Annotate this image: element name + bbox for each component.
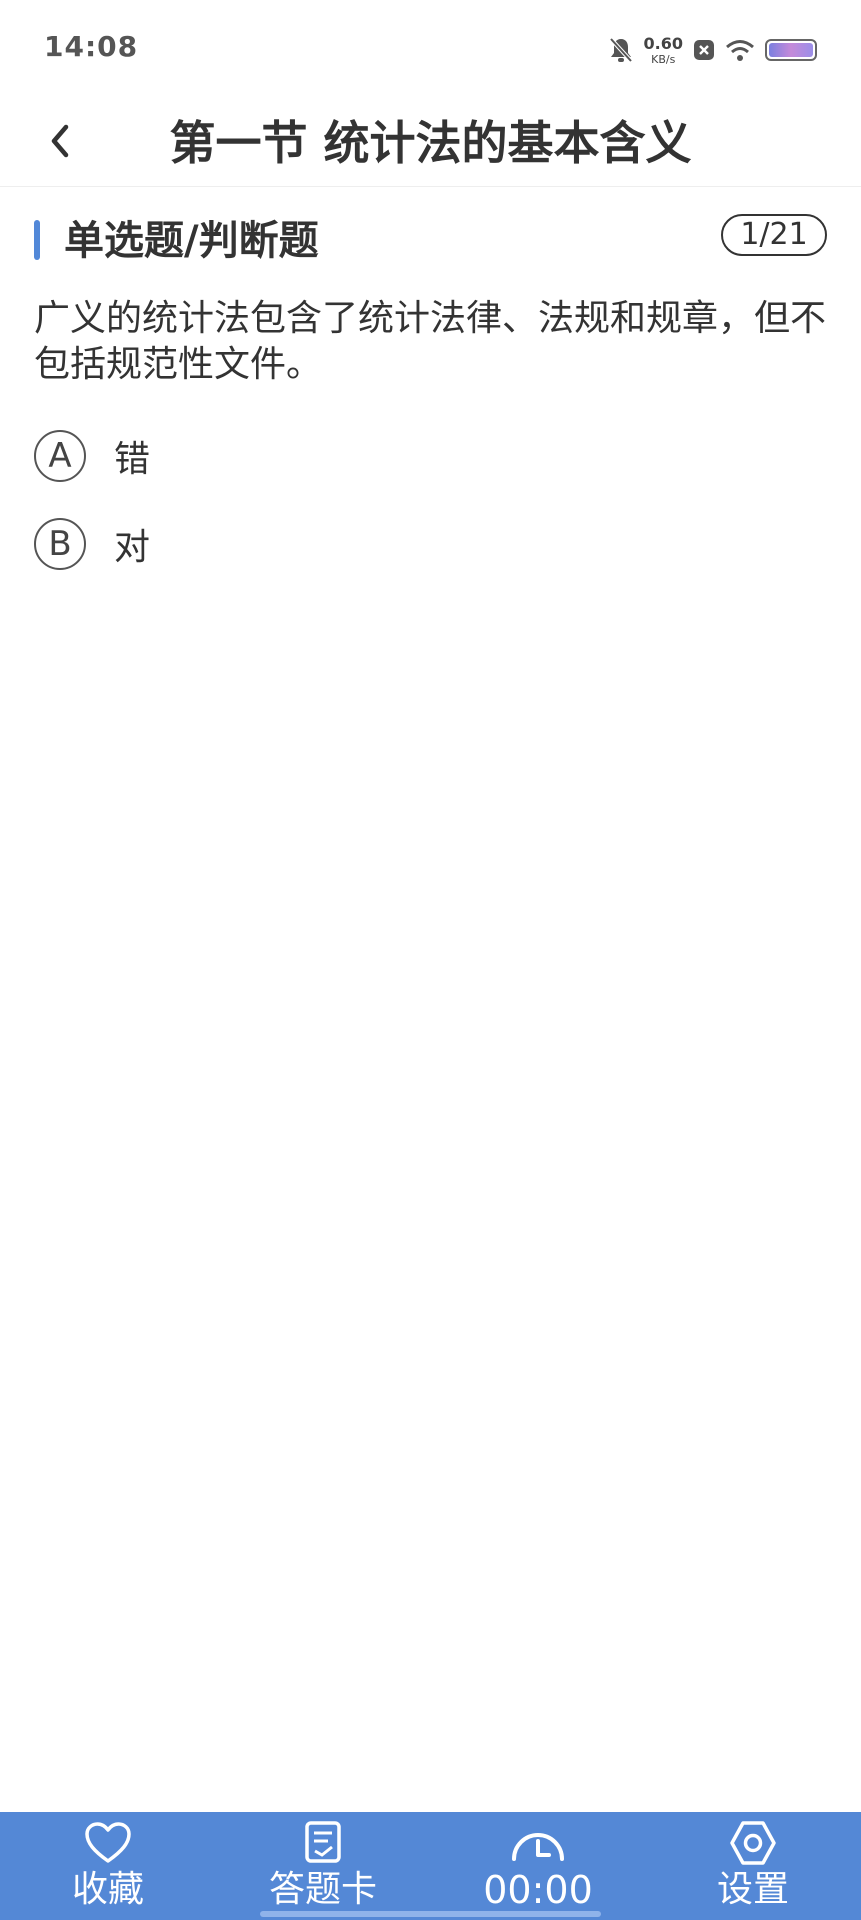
net-speed: 0.60 KB/s [643,33,683,66]
question-header: 单选题/判断题 1/21 [34,214,827,274]
answer-sheet-label: 答题卡 [268,1869,377,1910]
answer-sheet-button[interactable]: 答题卡 [243,1812,403,1920]
chevron-left-icon [48,123,72,163]
option-b[interactable]: B 对 [34,516,827,572]
net-speed-value: 0.60 [643,33,683,53]
option-a-text: 错 [114,439,151,480]
status-icons: 0.60 KB/s [608,30,817,70]
battery-fill [769,43,813,57]
close-box-icon [693,39,715,61]
title-bar: 第一节 统计法的基本含义 [0,100,861,187]
page-title: 第一节 统计法的基本含义 [169,116,692,170]
question-text: 广义的统计法包含了统计法律、法规和规章，但不包括规范性文件。 [34,298,827,385]
option-b-text: 对 [114,527,151,568]
settings-label: 设置 [716,1869,789,1910]
home-indicator[interactable] [260,1911,601,1917]
battery-icon [765,39,817,61]
status-time: 14:08 [44,30,139,63]
quiz-screen: 14:08 0.60 KB/s 第一节 统计法的基本含义 单选题/判断题 1/2… [0,0,861,1920]
wifi-icon [725,38,755,62]
favorite-button[interactable]: 收藏 [28,1812,188,1920]
bottom-toolbar: 收藏 答题卡 00:00 设置 [0,1812,861,1920]
answer-options: A 错 B 对 [34,428,827,604]
timer-icon [509,1820,567,1866]
answer-sheet-icon [303,1820,343,1866]
status-bar: 14:08 0.60 KB/s [0,0,861,100]
option-a[interactable]: A 错 [34,428,827,484]
accent-bar [34,220,40,260]
question-type-label: 单选题/判断题 [64,218,319,264]
back-button[interactable] [40,118,80,168]
favorite-label: 收藏 [71,1869,144,1910]
net-speed-unit: KB/s [651,52,676,66]
timer-label: 00:00 [483,1868,593,1912]
bell-off-icon [608,36,634,64]
option-a-letter: A [34,430,86,482]
settings-button[interactable]: 设置 [673,1812,833,1920]
question-counter-badge[interactable]: 1/21 [721,214,827,256]
timer-display[interactable]: 00:00 [458,1812,618,1920]
option-b-letter: B [34,518,86,570]
settings-hexagon-icon [729,1820,777,1866]
heart-icon [84,1820,132,1866]
